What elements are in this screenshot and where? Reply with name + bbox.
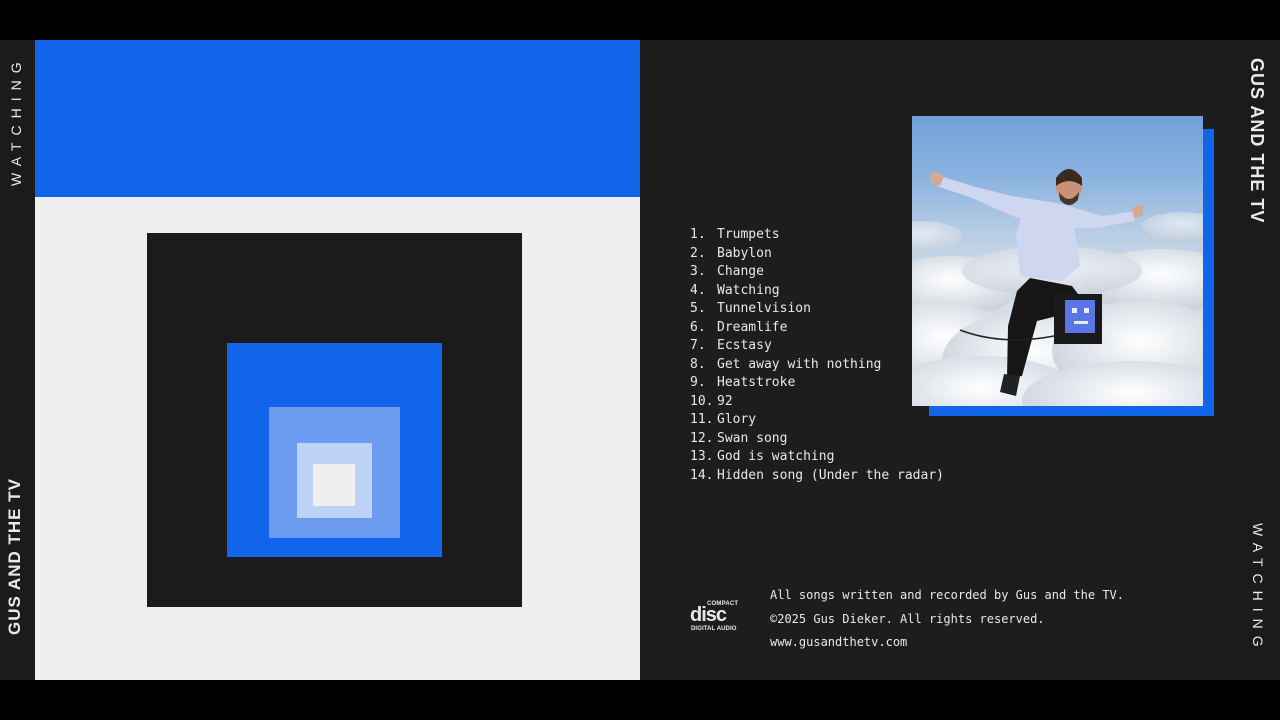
track-number: 4. (690, 282, 706, 298)
track-number: 7. (690, 338, 706, 353)
left-spine-band-name: GUS AND THE TV (5, 478, 24, 635)
track-item: 14. Hidden song (Under the radar) (690, 467, 944, 486)
track-title: Babylon (717, 245, 772, 261)
track-number: 12. (690, 430, 714, 446)
track-number: 14. (690, 467, 714, 483)
track-item: 6. Dreamlife (690, 319, 944, 338)
track-title: Swan song (717, 430, 788, 446)
track-number: 5. (690, 301, 706, 316)
track-number: 8. (690, 356, 706, 372)
credits-line-songs: All songs written and recorded by Gus an… (770, 588, 1125, 602)
track-number: 6. (690, 319, 706, 335)
track-number: 13. (690, 449, 714, 464)
disc-logo-bottom-text: DIGITAL AUDIO (691, 626, 737, 632)
track-item: 10. 92 (690, 393, 944, 412)
track-title: Ecstasy (717, 338, 772, 353)
track-title: Watching (717, 282, 780, 298)
credits-block: All songs written and recorded by Gus an… (770, 586, 1124, 657)
track-item: 9. Heatstroke (690, 374, 944, 393)
cover-square-center (313, 464, 355, 506)
letterbox-bottom (0, 680, 1280, 720)
track-number: 9. (690, 375, 706, 390)
track-number: 10. (690, 393, 714, 409)
track-number: 3. (690, 264, 706, 279)
compact-disc-logo: COMPACT disc DIGITAL AUDIO (690, 601, 744, 633)
left-spine-album-title: WATCHING (8, 55, 24, 186)
cover-blue-band (35, 40, 640, 197)
album-art-frame: WATCHING GUS AND THE TV 1. Trumpets 2. B… (0, 0, 1280, 720)
letterbox-top (0, 0, 1280, 40)
track-item: 4. Watching (690, 282, 944, 301)
cloud-photo (912, 116, 1203, 406)
track-title: Dreamlife (717, 319, 788, 335)
track-item: 3. Change (690, 263, 944, 282)
track-list: 1. Trumpets 2. Babylon 3. Change 4. Watching… (690, 226, 944, 485)
track-title: Hidden song (Under the radar) (717, 467, 944, 483)
front-cover (35, 40, 640, 680)
credits-line-copyright: ©2025 Gus Dieker. All rights reserved. (770, 611, 1045, 626)
track-title: Trumpets (717, 227, 780, 242)
right-spine-album-title: WATCHING (1250, 523, 1266, 654)
track-title: Glory (717, 412, 757, 427)
track-item: 2. Babylon (690, 245, 944, 264)
photo-illustration (912, 169, 1203, 406)
track-item: 11. Glory (690, 411, 944, 430)
track-item: 8. Get away with nothing (690, 356, 944, 375)
track-number: 11. (690, 412, 714, 427)
track-number: 1. (690, 227, 706, 242)
track-item: 1. Trumpets (690, 226, 944, 245)
track-item: 5. Tunnelvision (690, 300, 944, 319)
track-item: 12. Swan song (690, 430, 944, 449)
disc-logo-word: disc (690, 604, 727, 626)
track-item: 13. God is watching (690, 448, 944, 467)
track-item: 7. Ecstasy (690, 337, 944, 356)
track-number: 2. (690, 245, 706, 261)
track-title: Tunnelvision (717, 301, 811, 316)
right-spine-band-name: GUS AND THE TV (1247, 58, 1267, 224)
track-title: Heatstroke (717, 375, 796, 390)
track-title: 92 (717, 393, 733, 409)
credits-line-website: www.gusandthetv.com (770, 635, 908, 649)
track-title: God is watching (717, 449, 835, 464)
track-title: Change (717, 264, 764, 279)
track-title: Get away with nothing (717, 356, 882, 372)
